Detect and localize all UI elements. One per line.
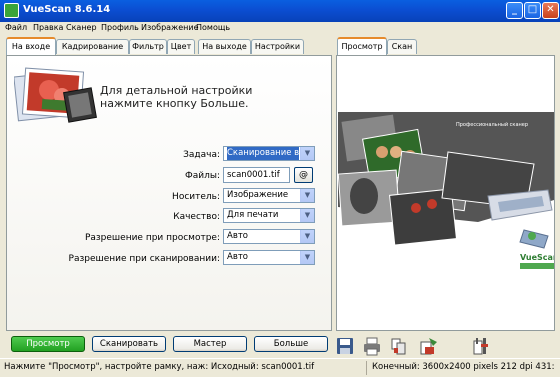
tab-filter[interactable]: Фильтр <box>129 39 167 54</box>
wizard-button[interactable]: Мастер <box>173 336 247 352</box>
status-left-text: Нажмите "Просмотр", настройте рамку, наж… <box>4 362 315 372</box>
tab-crop[interactable]: Кадрирование <box>56 39 129 54</box>
media-label: Носитель: <box>172 192 220 202</box>
close-button[interactable]: ✕ <box>542 2 559 19</box>
tab-preview[interactable]: Просмотр <box>337 37 387 55</box>
tab-color[interactable]: Цвет <box>167 39 195 54</box>
app-icon <box>4 3 19 18</box>
task-label: Задача: <box>183 150 220 160</box>
preview-resolution-select[interactable]: Авто ▼ <box>223 229 315 244</box>
status-divider <box>366 361 367 375</box>
tab-input[interactable]: На входе <box>6 37 56 55</box>
files-label: Файлы: <box>184 171 220 181</box>
menu-bar: Файл Правка Сканер Профиль Изображение П… <box>0 22 560 34</box>
chevron-down-icon[interactable]: ▼ <box>300 209 314 222</box>
files-browse-button[interactable]: @ <box>294 167 313 183</box>
chevron-down-icon[interactable]: ▼ <box>300 189 314 202</box>
task-select[interactable]: Сканирование в ф ▼ <box>223 146 315 161</box>
media-value: Изображение <box>227 190 289 200</box>
title-bar: VueScan 8.6.14 _ □ ✕ <box>0 0 560 22</box>
minimize-button[interactable]: _ <box>506 2 523 19</box>
tab-scan[interactable]: Скан <box>387 39 417 54</box>
media-select[interactable]: Изображение ▼ <box>223 188 315 203</box>
hint-line-1: Для детальной настройки <box>100 84 253 97</box>
tab-output[interactable]: На выходе <box>198 39 251 54</box>
status-bar: Нажмите "Просмотр", настройте рамку, наж… <box>0 358 560 377</box>
menu-scanner[interactable]: Сканер <box>66 23 97 32</box>
menu-help[interactable]: Помощь <box>196 23 230 32</box>
photo-stack-icon <box>14 67 97 123</box>
hint-text: Для детальной настройки нажмите кнопку Б… <box>100 84 252 110</box>
chevron-down-icon[interactable]: ▼ <box>300 230 314 243</box>
preview-resolution-label: Разрешение при просмотре: <box>84 233 220 243</box>
quality-select[interactable]: Для печати ▼ <box>223 208 315 223</box>
menu-file[interactable]: Файл <box>5 23 27 32</box>
save-icon[interactable] <box>335 336 355 356</box>
menu-edit[interactable]: Правка <box>33 23 63 32</box>
settings-icon[interactable] <box>471 336 491 356</box>
quality-label: Качество: <box>173 212 220 222</box>
email-icon[interactable] <box>419 336 439 356</box>
scan-resolution-value: Авто <box>227 252 248 262</box>
status-right-text: Конечный: 3600x2400 pixels 212 dpi 431: <box>372 362 555 372</box>
task-value: Сканирование в ф <box>227 147 299 160</box>
scan-resolution-label: Разрешение при сканировании: <box>68 254 220 264</box>
print-icon[interactable] <box>362 336 382 356</box>
scan-button[interactable]: Сканировать <box>92 336 166 352</box>
hint-line-2: нажмите кнопку Больше. <box>100 97 249 110</box>
copy-icon[interactable] <box>389 336 409 356</box>
files-input[interactable]: scan0001.tif <box>223 167 290 183</box>
window-title: VueScan 8.6.14 <box>23 4 111 15</box>
vuescan-brand: VueScan <box>520 253 554 262</box>
preview-resolution-value: Авто <box>227 231 248 241</box>
chevron-down-icon[interactable]: ▼ <box>300 147 314 160</box>
more-button[interactable]: Больше <box>254 336 328 352</box>
tab-settings[interactable]: Настройки <box>251 39 304 54</box>
scan-resolution-select[interactable]: Авто ▼ <box>223 250 315 265</box>
maximize-button[interactable]: □ <box>524 2 541 19</box>
menu-profile[interactable]: Профиль <box>101 23 139 32</box>
preview-caption: Профессиональный сканер <box>456 121 528 128</box>
quality-value: Для печати <box>227 210 279 220</box>
menu-image[interactable]: Изображение <box>141 23 199 32</box>
preview-button[interactable]: Просмотр <box>11 336 85 352</box>
preview-image: Профессиональный сканер VueScan <box>338 112 554 282</box>
chevron-down-icon[interactable]: ▼ <box>300 251 314 264</box>
